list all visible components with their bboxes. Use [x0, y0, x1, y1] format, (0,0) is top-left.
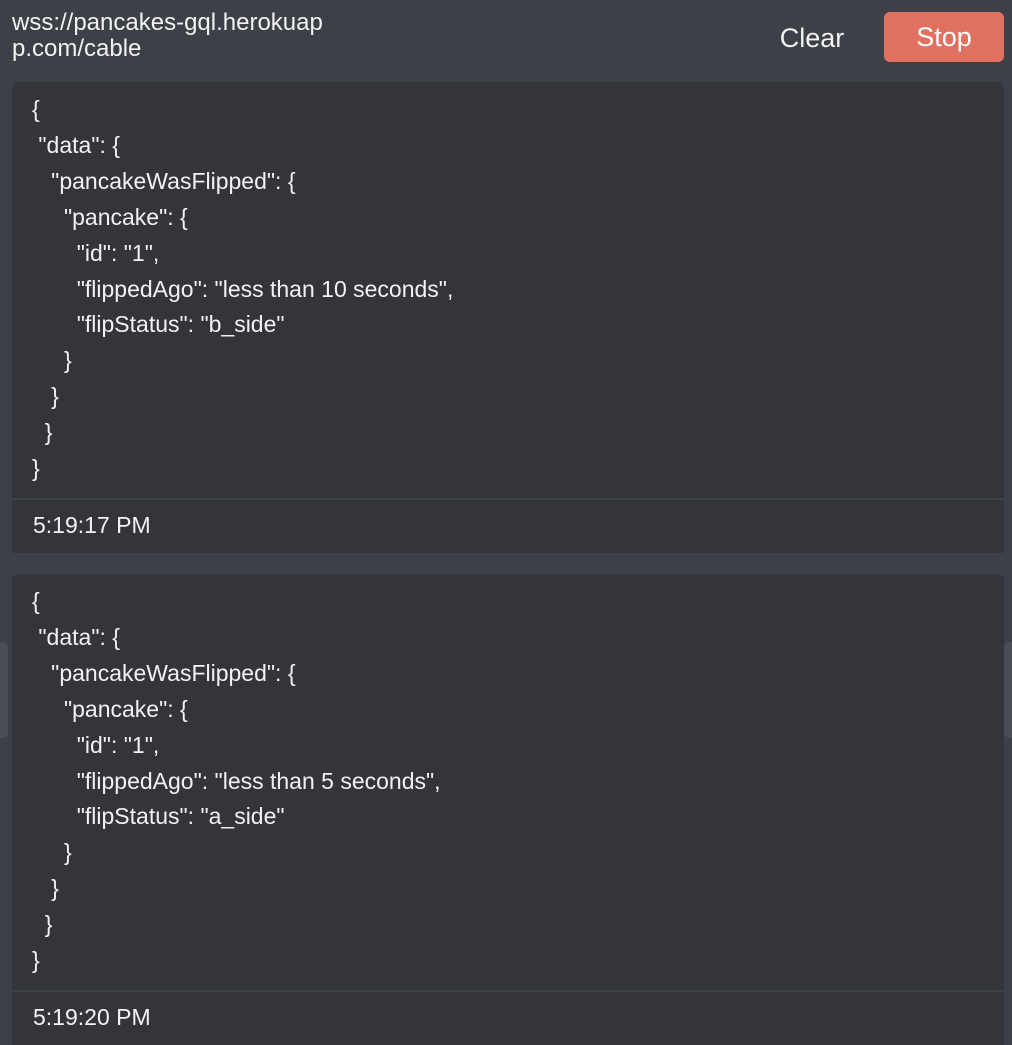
- right-panel-handle[interactable]: [1004, 642, 1012, 738]
- websocket-url: wss://pancakes-gql.herokuapp.com/cable: [12, 9, 323, 62]
- clear-button[interactable]: Clear: [762, 14, 862, 62]
- left-panel-handle[interactable]: [0, 642, 8, 738]
- message-timestamp: 5:19:17 PM: [12, 500, 1004, 553]
- message-payload: { "data": { "pancakeWasFlipped": { "panc…: [12, 574, 1004, 990]
- subscription-header: wss://pancakes-gql.herokuapp.com/cable C…: [0, 0, 1012, 80]
- subscription-message: { "data": { "pancakeWasFlipped": { "panc…: [12, 574, 1004, 1045]
- subscription-message: { "data": { "pancakeWasFlipped": { "panc…: [12, 82, 1004, 553]
- message-timestamp: 5:19:20 PM: [12, 992, 1004, 1045]
- stop-button[interactable]: Stop: [884, 12, 1004, 62]
- message-payload: { "data": { "pancakeWasFlipped": { "panc…: [12, 82, 1004, 498]
